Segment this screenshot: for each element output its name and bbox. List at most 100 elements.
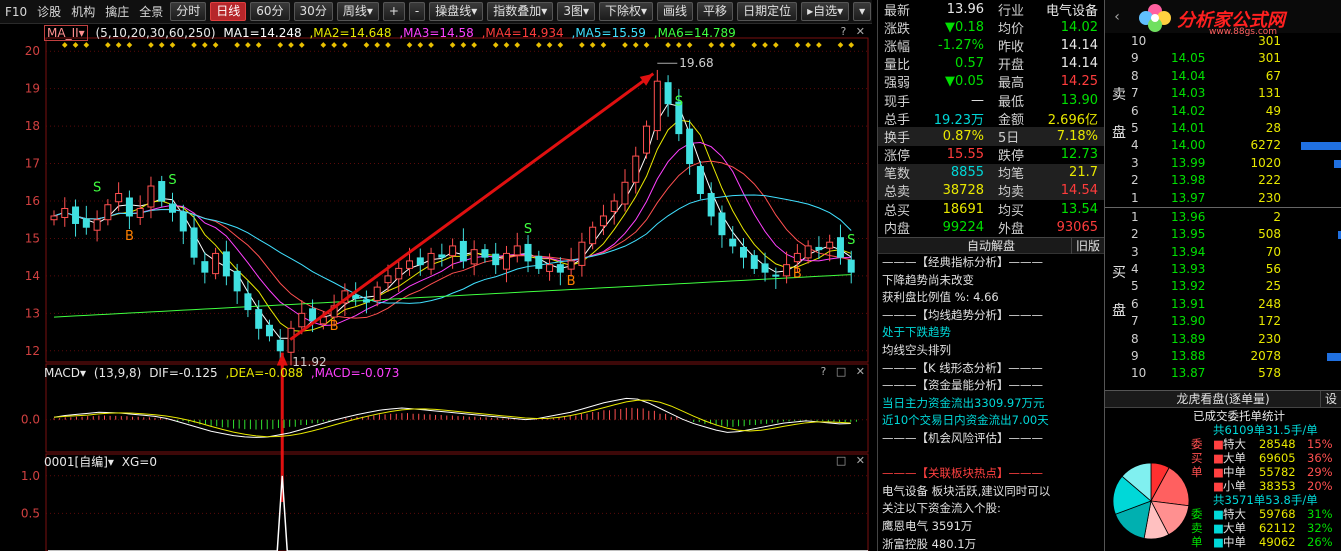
ex-rights-dropdown[interactable]: 下除权▾	[599, 2, 654, 21]
main-y-tick-label: 19	[25, 82, 40, 96]
period-weekly-dropdown[interactable]: 周线▾	[336, 2, 379, 21]
xg-indicator-select[interactable]: 0001[自编]▾	[44, 455, 114, 469]
quote-value: 12.73	[1060, 147, 1098, 163]
pan-button[interactable]: 平移	[697, 2, 734, 21]
candle-body	[427, 252, 435, 270]
old-version-button[interactable]: 旧版	[1070, 238, 1104, 254]
sell-order-row[interactable]: 3 13.99 1020	[1105, 155, 1341, 172]
quote-label: 行业	[998, 3, 1025, 19]
quote-value: 14.02	[1060, 19, 1098, 35]
buy-order-row[interactable]: 6 13.91 248	[1105, 296, 1341, 313]
book-level: 7	[1131, 314, 1139, 329]
book-volume: 25	[1265, 279, 1281, 294]
buy-order-row[interactable]: 5 13.92 25	[1105, 278, 1341, 295]
candle-body	[244, 293, 252, 311]
order-book-panel: ‹ 分析家公式网 www.88gs.com 10 301 9 14.05 301 8 14.…	[1104, 0, 1341, 390]
candle-body	[826, 241, 834, 249]
sell-order-row[interactable]: 5 14.01 28	[1105, 120, 1341, 137]
book-level: 4	[1131, 138, 1139, 153]
zoom-out-button[interactable]: -	[408, 2, 426, 21]
longhu-settings-button[interactable]: 设	[1319, 391, 1341, 407]
sell-order-row[interactable]: 2 13.98 222	[1105, 172, 1341, 189]
sell-order-row[interactable]: 8 14.04 67	[1105, 68, 1341, 85]
watchlist-dropdown[interactable]: ▸自选▾	[801, 2, 850, 21]
top-marker-icon	[772, 42, 779, 48]
main-window-buttons[interactable]: ? ✕	[840, 25, 868, 41]
sell-order-row[interactable]: 6 14.02 49	[1105, 103, 1341, 120]
buy-order-row[interactable]: 9 13.88 2078	[1105, 348, 1341, 365]
toolbar-diagnose[interactable]: 诊股	[32, 1, 66, 23]
toolbar-overview[interactable]: 全景	[134, 1, 168, 23]
date-locate-button[interactable]: 日期定位	[737, 2, 798, 21]
chart-canvas[interactable]: 12131415161718192019.6811.92SBSBSBSBS0.0…	[0, 24, 872, 551]
buy-order-row[interactable]: 10 13.87 578	[1105, 365, 1341, 382]
candle-body	[201, 261, 209, 273]
buy-order-row[interactable]: 8 13.89 230	[1105, 331, 1341, 348]
candle-body	[169, 203, 177, 213]
ma6-line	[53, 274, 852, 318]
three-chart-dropdown[interactable]: 3图▾	[557, 2, 595, 21]
toolbar-institution[interactable]: 机构	[66, 1, 100, 23]
quote-label: 内盘	[884, 221, 911, 237]
buy-order-row[interactable]: 7 13.90 172	[1105, 313, 1341, 330]
dif-value: DIF=-0.125	[149, 366, 218, 380]
sell-order-row[interactable]: 10 301	[1105, 33, 1341, 50]
sell-order-row[interactable]: 9 14.05 301	[1105, 50, 1341, 67]
top-marker-icon	[492, 42, 499, 48]
quote-value: 13.90	[1060, 92, 1098, 108]
quote-value: 8855	[950, 165, 984, 181]
quote-value: —	[971, 92, 984, 108]
ma4-value: ,MA4=14.934	[481, 26, 564, 40]
flower-logo-icon	[1139, 4, 1171, 32]
trading-line-dropdown[interactable]: 操盘线▾	[429, 2, 484, 21]
quote-value: 14.14	[1060, 37, 1098, 53]
macd-window-buttons[interactable]: ? □ ✕	[821, 365, 868, 381]
buy-order-row[interactable]: 1 13.96 2	[1105, 209, 1341, 226]
buy-size-label: 小单	[1223, 479, 1246, 493]
index-overlay-dropdown[interactable]: 指数叠加▾	[487, 2, 554, 21]
analysis-line: 均线空头排列	[882, 342, 951, 357]
buy-order-row[interactable]: 3 13.94 70	[1105, 244, 1341, 261]
chart-area[interactable]: 12 13 14 15 16 17 18 19 20 19.68 11.92 S B S B S B S B S 0.0…	[0, 24, 872, 551]
sell-order-row[interactable]: 4 14.00 6272	[1105, 137, 1341, 154]
xg-window-buttons[interactable]: □ ✕	[836, 454, 868, 470]
sell-order-row[interactable]: 1 13.97 230	[1105, 190, 1341, 207]
xg-pane-frame	[45, 453, 869, 551]
top-marker-icon	[72, 42, 79, 48]
sell-signal-label: S	[93, 181, 101, 196]
period-intraday-button[interactable]: 分时	[170, 2, 207, 21]
period-60min-button[interactable]: 60分	[250, 2, 290, 21]
book-volume: 131	[1258, 86, 1281, 101]
buy-order-row[interactable]: 2 13.95 508	[1105, 226, 1341, 243]
period-daily-button[interactable]: 日线	[210, 2, 247, 21]
top-marker-icon	[428, 42, 434, 48]
zoom-in-button[interactable]: +	[382, 2, 405, 21]
auto-analysis-title: 自动解盘	[966, 239, 1015, 253]
top-marker-icon	[331, 42, 337, 48]
book-level: 6	[1131, 103, 1139, 118]
macd-indicator-select[interactable]: MACD▾	[44, 366, 86, 380]
more-dropdown[interactable]: ▾	[853, 2, 872, 21]
top-marker-icon	[126, 42, 133, 48]
quote-label: 总手	[884, 112, 911, 128]
top-marker-icon	[298, 42, 305, 48]
main-y-tick-label: 12	[25, 344, 40, 358]
top-marker-icon	[729, 42, 736, 48]
book-volume-bar	[1334, 159, 1341, 168]
toolbar-f10[interactable]: F10	[0, 1, 32, 23]
toolbar-banker[interactable]: 擒庄	[100, 1, 134, 23]
period-30min-button[interactable]: 30分	[293, 2, 333, 21]
buy-side-label: 盘	[1112, 303, 1126, 319]
ma-indicator-select[interactable]: MA_II▾	[44, 25, 88, 41]
buy-order-row[interactable]: 4 13.93 56	[1105, 261, 1341, 278]
quote-value: 93065	[1056, 219, 1098, 235]
sell-order-row[interactable]: 7 14.03 131	[1105, 85, 1341, 102]
book-price: 14.05	[1171, 51, 1206, 66]
top-marker-icon	[417, 42, 424, 48]
quote-label: 量比	[884, 58, 911, 74]
buy-size-pct: 20%	[1307, 479, 1333, 493]
collapse-icon[interactable]: ‹	[1105, 9, 1129, 25]
quote-label: 换手	[884, 130, 911, 146]
draw-line-button[interactable]: 画线	[657, 2, 694, 21]
top-marker-icon	[837, 42, 844, 48]
